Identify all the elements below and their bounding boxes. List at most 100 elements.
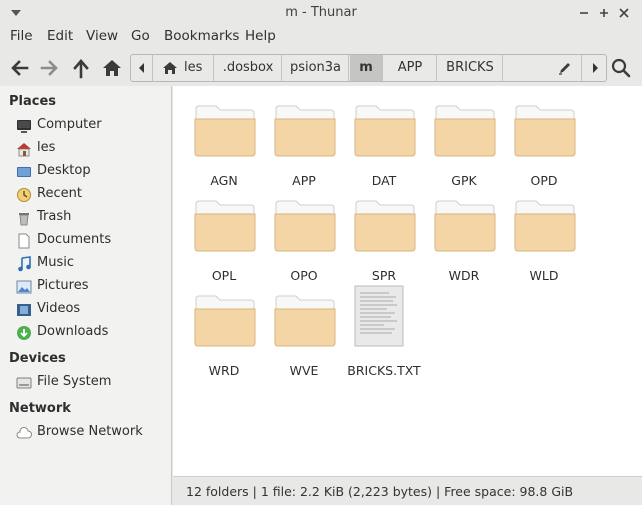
sidebar-item-music[interactable]: Music	[16, 254, 166, 274]
home-icon	[162, 60, 178, 76]
folder-item[interactable]: WRD	[184, 293, 264, 383]
folder-icon	[274, 105, 336, 157]
sidebar-item-desktop[interactable]: Desktop	[16, 162, 166, 182]
title-bar: m - Thunar	[0, 0, 642, 26]
sidebar-item-browse-network[interactable]: Browse Network	[16, 423, 166, 443]
folder-icon	[274, 200, 336, 252]
home-icon	[16, 141, 32, 157]
folder-item[interactable]: WVE	[264, 293, 344, 383]
sidebar: Places Computer les Desktop Recent Trash…	[0, 86, 172, 505]
drive-icon	[16, 375, 32, 391]
sidebar-item-label: Videos	[37, 301, 81, 316]
pathbar-segment-app[interactable]: APP	[384, 55, 437, 81]
menu-bookmarks[interactable]: Bookmarks	[164, 28, 239, 44]
sidebar-item-label: Downloads	[37, 324, 109, 339]
home-button[interactable]	[99, 55, 125, 81]
trash-icon	[16, 210, 32, 226]
menu-help[interactable]: Help	[245, 28, 276, 44]
sidebar-item-home[interactable]: les	[16, 139, 166, 159]
file-name: BRICKS.TXT	[347, 363, 421, 378]
folder-icon	[514, 105, 576, 157]
pathbar-spacer	[504, 55, 582, 81]
file-item[interactable]: BRICKS.TXT	[344, 284, 424, 378]
sidebar-item-label: Recent	[37, 186, 82, 201]
pathbar-segment-m[interactable]: m	[350, 55, 383, 81]
minimize-button[interactable]	[575, 4, 593, 22]
sidebar-heading-network: Network	[9, 401, 71, 416]
close-button[interactable]	[615, 4, 633, 22]
sidebar-item-videos[interactable]: Videos	[16, 300, 166, 320]
sidebar-item-label: Computer	[37, 117, 102, 132]
sidebar-item-label: Trash	[37, 209, 72, 224]
folder-icon	[194, 200, 256, 252]
pathbar-segment-label: les	[184, 60, 203, 75]
sidebar-heading-places: Places	[9, 94, 57, 109]
up-button[interactable]	[68, 55, 94, 81]
menu-bar: File Edit View Go Bookmarks Help	[0, 26, 642, 48]
menu-go[interactable]: Go	[131, 28, 150, 44]
pathbar-segment-dosbox[interactable]: .dosbox	[215, 55, 282, 81]
sidebar-item-trash[interactable]: Trash	[16, 208, 166, 228]
sidebar-item-label: Documents	[37, 232, 112, 247]
edit-location-icon[interactable]	[557, 60, 573, 76]
folder-item[interactable]: OPD	[504, 103, 584, 193]
maximize-button[interactable]	[595, 4, 613, 22]
folder-icon	[274, 295, 336, 347]
pathbar-scroll-right-button[interactable]	[583, 55, 606, 81]
sidebar-item-documents[interactable]: Documents	[16, 231, 166, 251]
pictures-icon	[16, 279, 32, 295]
path-bar: les .dosbox psion3a m APP BRICKS	[130, 54, 607, 82]
sidebar-item-file-system[interactable]: File System	[16, 373, 166, 393]
forward-button[interactable]	[37, 55, 63, 81]
desktop-icon	[16, 164, 32, 180]
folder-icon	[434, 200, 496, 252]
pathbar-segment-bricks[interactable]: BRICKS	[438, 55, 503, 81]
sidebar-heading-devices: Devices	[9, 351, 66, 366]
menu-file[interactable]: File	[10, 28, 33, 44]
computer-icon	[16, 118, 32, 134]
folder-item[interactable]: DAT	[344, 103, 424, 193]
sidebar-item-label: Browse Network	[37, 424, 143, 439]
folder-item[interactable]: OPL	[184, 198, 264, 288]
network-icon	[16, 425, 32, 441]
folder-item[interactable]: GPK	[424, 103, 504, 193]
sidebar-item-label: Pictures	[37, 278, 89, 293]
status-bar: 12 folders | 1 file: 2.2 KiB (2,223 byte…	[173, 476, 642, 505]
sidebar-item-label: Desktop	[37, 163, 91, 178]
music-icon	[16, 256, 32, 272]
folder-icon	[354, 105, 416, 157]
folder-item[interactable]: APP	[264, 103, 344, 193]
folder-item[interactable]: WDR	[424, 198, 504, 288]
menu-view[interactable]: View	[86, 28, 118, 44]
file-name: WLD	[529, 268, 559, 283]
sidebar-item-computer[interactable]: Computer	[16, 116, 166, 136]
file-view: AGN APP DAT GPK OPD OPL OPO SPR WDR WLD …	[173, 86, 642, 476]
search-icon[interactable]	[609, 56, 633, 80]
sidebar-item-pictures[interactable]: Pictures	[16, 277, 166, 297]
status-text: 12 folders | 1 file: 2.2 KiB (2,223 byte…	[186, 484, 574, 499]
videos-icon	[16, 302, 32, 318]
folder-item[interactable]: WLD	[504, 198, 584, 288]
folder-icon	[354, 200, 416, 252]
documents-icon	[16, 233, 32, 249]
sidebar-item-recent[interactable]: Recent	[16, 185, 166, 205]
pathbar-segment-psion3a[interactable]: psion3a	[283, 55, 349, 81]
back-button[interactable]	[6, 55, 32, 81]
folder-icon	[434, 105, 496, 157]
folder-icon	[194, 295, 256, 347]
downloads-icon	[16, 325, 32, 341]
menu-edit[interactable]: Edit	[47, 28, 73, 44]
folder-item[interactable]: AGN	[184, 103, 264, 193]
folder-icon	[194, 105, 256, 157]
folder-icon	[514, 200, 576, 252]
window-title: m - Thunar	[285, 5, 357, 20]
folder-item[interactable]: OPO	[264, 198, 344, 288]
pathbar-scroll-left-button[interactable]	[131, 55, 153, 81]
file-name: OPD	[530, 173, 558, 188]
folder-item[interactable]: SPR	[344, 198, 424, 288]
pathbar-segment-home[interactable]: les	[154, 55, 214, 81]
sidebar-item-downloads[interactable]: Downloads	[16, 323, 166, 343]
sidebar-item-label: File System	[37, 374, 112, 389]
recent-icon	[16, 187, 32, 203]
sidebar-item-label: les	[37, 140, 56, 155]
